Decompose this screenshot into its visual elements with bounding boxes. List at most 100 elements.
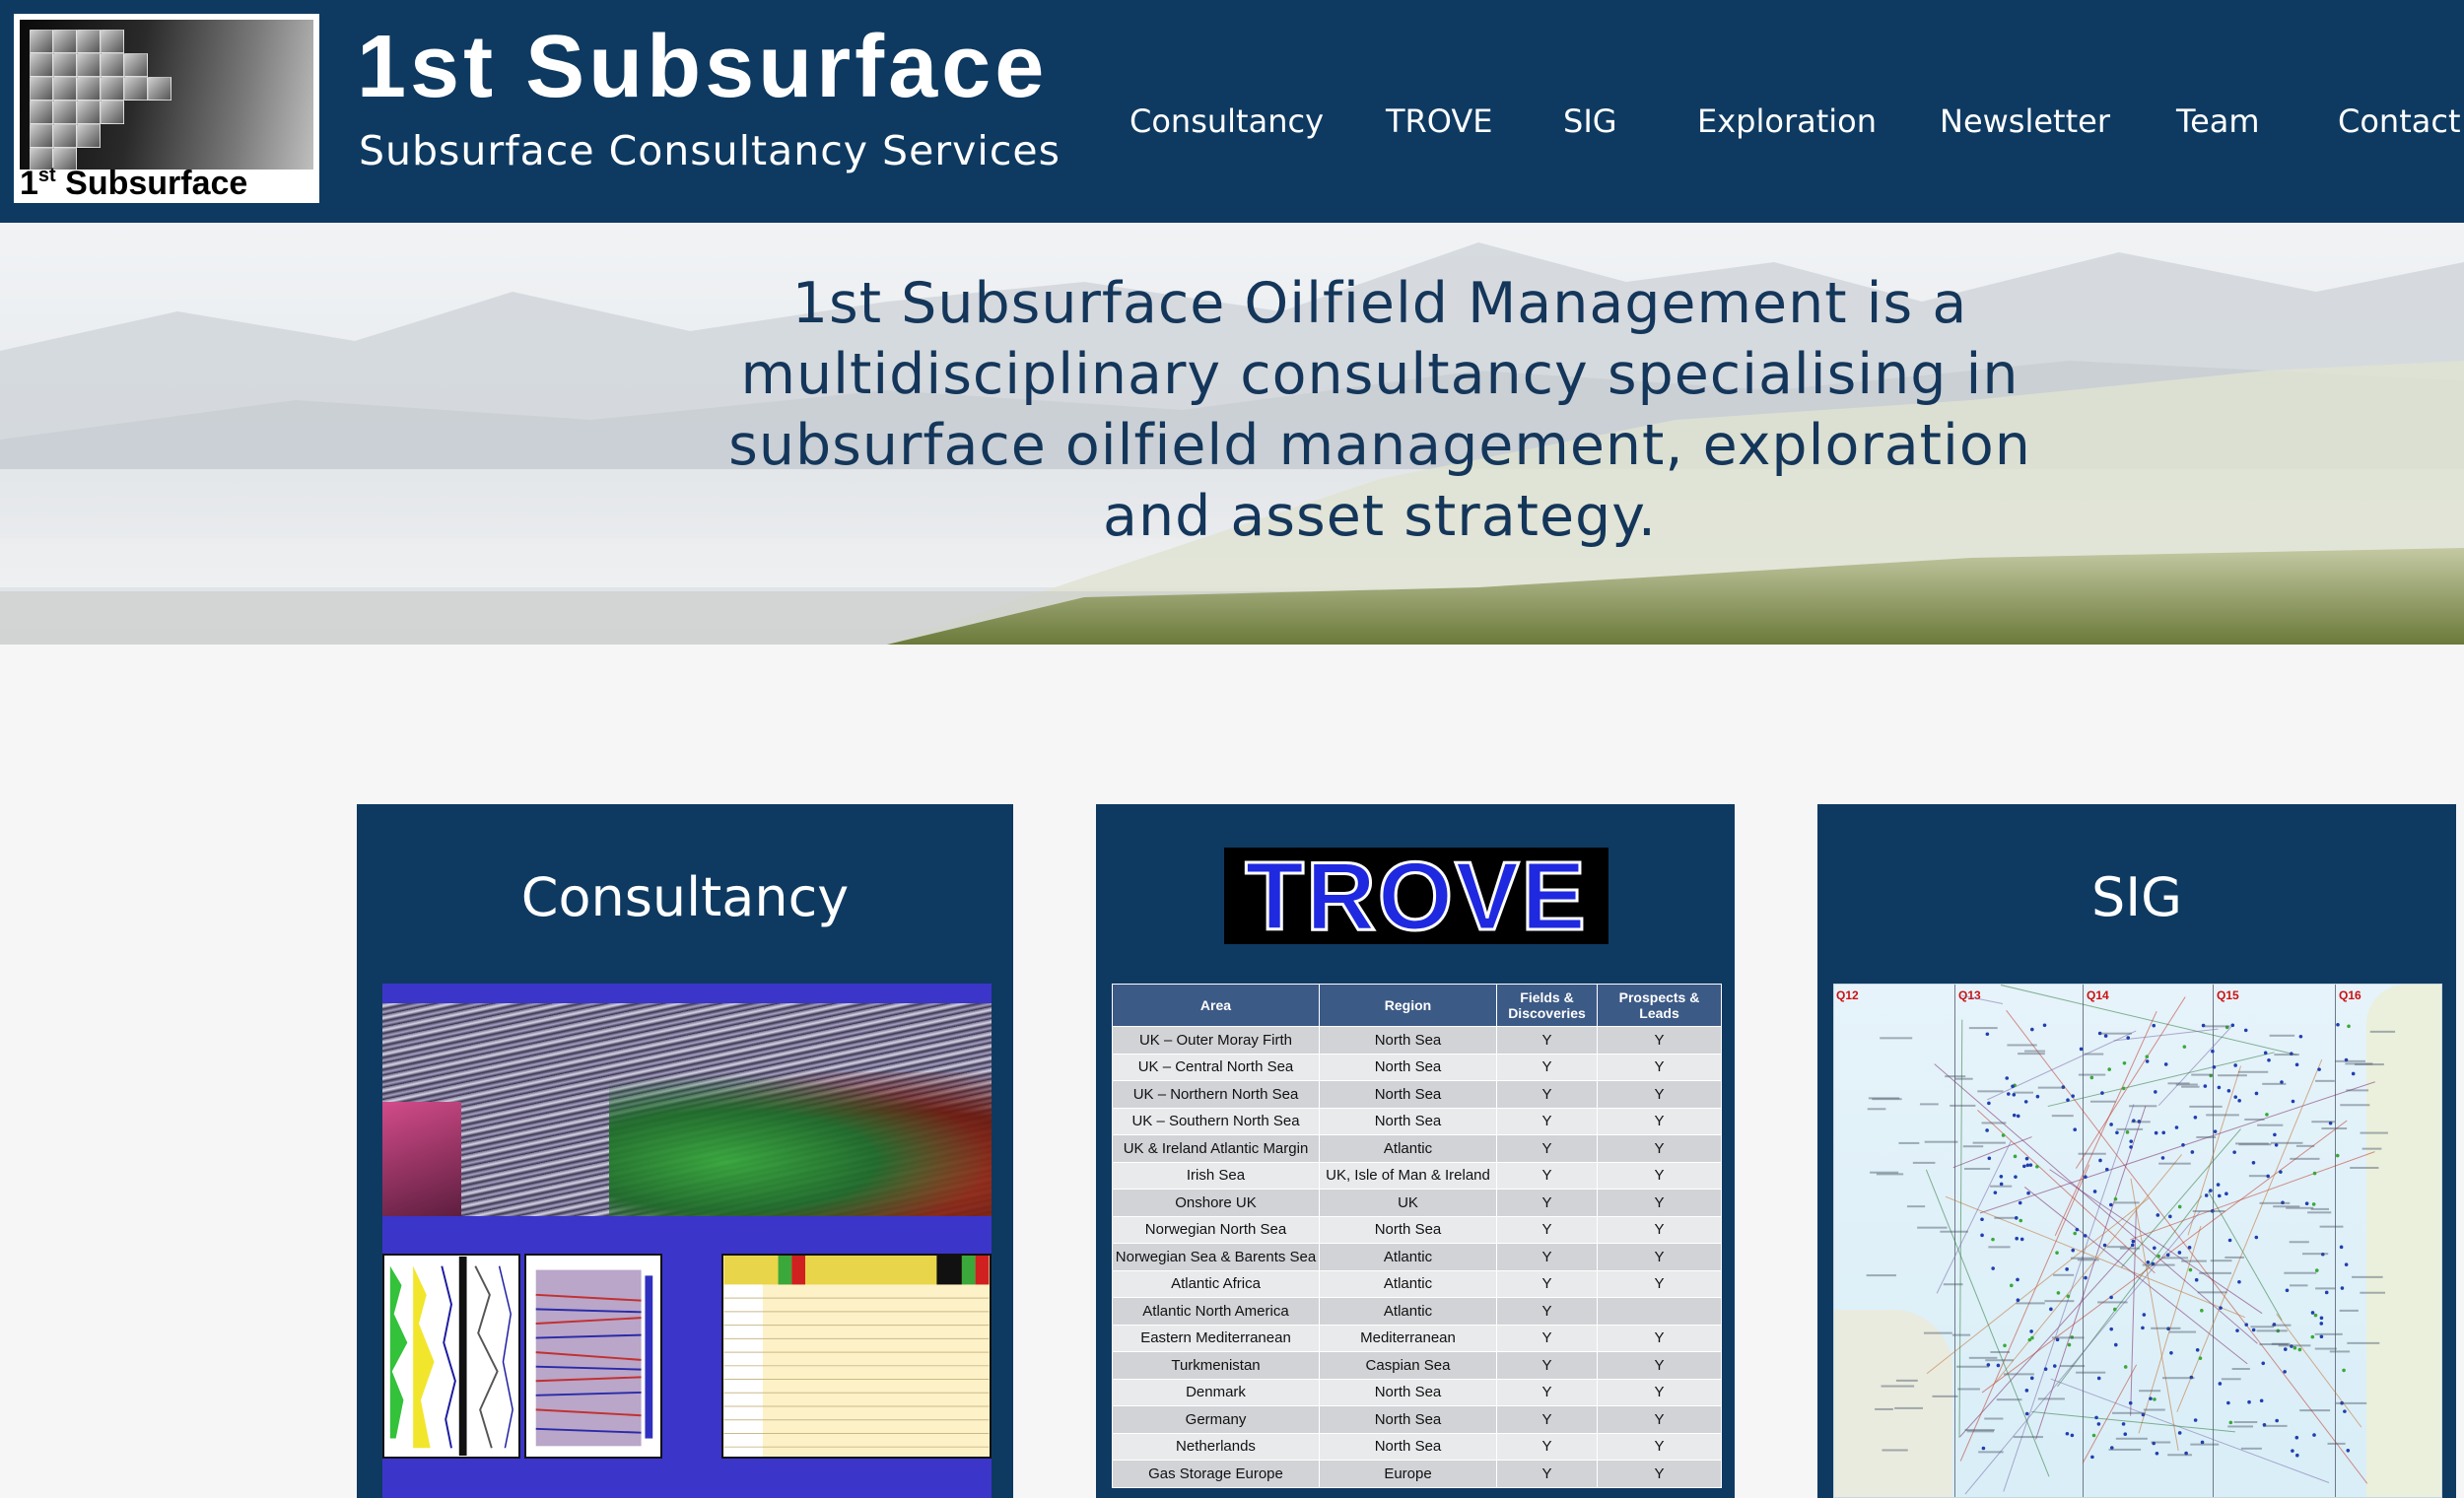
table-row: Gas Storage Europe Europe Y Y (1112, 1460, 1722, 1488)
table-row: UK – Northern North Sea North Sea Y Y (1112, 1080, 1722, 1109)
cell-area: Gas Storage Europe (1112, 1460, 1320, 1488)
seismic-wiggle-image (524, 1254, 662, 1459)
table-row: Onshore UK UK Y Y (1112, 1189, 1722, 1217)
trove-logo[interactable]: TROVE (1224, 848, 1608, 944)
reserves-table-image (721, 1254, 992, 1459)
cell-fields: Y (1496, 1161, 1598, 1190)
cell-prospects: Y (1597, 1134, 1722, 1163)
hero-statement: 1st Subsurface Oilfield Management is a … (690, 268, 2070, 552)
cell-area: Norwegian Sea & Barents Sea (1112, 1243, 1320, 1271)
trove-coverage-table[interactable]: Area Region Fields & Discoveries Prospec… (1112, 984, 1722, 1488)
card-consultancy[interactable]: Consultancy (357, 804, 1013, 1498)
sig-map-image[interactable]: Q12 Q13 Q14 Q15 Q16 (1833, 984, 2442, 1498)
cell-region: UK (1319, 1189, 1497, 1217)
cell-prospects: Y (1597, 1378, 1722, 1406)
cell-region: North Sea (1319, 1053, 1497, 1081)
cell-area: UK – Northern North Sea (1112, 1080, 1320, 1109)
cell-area: Turkmenistan (1112, 1351, 1320, 1380)
card-consultancy-title[interactable]: Consultancy (357, 863, 1013, 932)
table-row: Norwegian Sea & Barents Sea Atlantic Y Y (1112, 1243, 1722, 1271)
cell-fields: Y (1496, 1460, 1598, 1488)
cell-prospects: Y (1597, 1053, 1722, 1081)
cell-fields: Y (1496, 1351, 1598, 1380)
cell-area: Eastern Mediterranean (1112, 1324, 1320, 1352)
cell-fields: Y (1496, 1134, 1598, 1163)
cell-region: North Sea (1319, 1107, 1497, 1135)
col-header-fields: Fields & Discoveries (1496, 984, 1598, 1027)
cell-region: Atlantic (1319, 1134, 1497, 1163)
cell-prospects: Y (1597, 1080, 1722, 1109)
sig-map-features (1866, 985, 2396, 1495)
card-trove[interactable]: TROVE Area Region Fields & Discoveries P… (1096, 804, 1735, 1498)
hero-line-2: multidisciplinary consultancy specialisi… (740, 342, 2019, 407)
cell-region: North Sea (1319, 1405, 1497, 1434)
cell-fields: Y (1496, 1053, 1598, 1081)
cell-area: UK – Southern North Sea (1112, 1107, 1320, 1135)
cell-area: UK – Central North Sea (1112, 1053, 1320, 1081)
cell-region: North Sea (1319, 1026, 1497, 1055)
cell-prospects: Y (1597, 1405, 1722, 1434)
nav-consultancy[interactable]: Consultancy (1129, 97, 1324, 146)
nav-trove[interactable]: TROVE (1386, 97, 1493, 146)
col-header-prospects: Prospects & Leads (1597, 984, 1722, 1027)
table-row: Netherlands North Sea Y Y (1112, 1432, 1722, 1461)
cell-region: UK, Isle of Man & Ireland (1319, 1161, 1497, 1190)
table-header-row: Area Region Fields & Discoveries Prospec… (1112, 984, 1722, 1027)
site-header: 1st Subsurface 1st Subsurface Subsurface… (0, 0, 2464, 223)
cell-area: Onshore UK (1112, 1189, 1320, 1217)
cell-prospects: Y (1597, 1460, 1722, 1488)
cell-prospects: Y (1597, 1107, 1722, 1135)
col-header-region: Region (1319, 984, 1497, 1027)
cell-fields: Y (1496, 1026, 1598, 1055)
cell-area: Netherlands (1112, 1432, 1320, 1461)
hero-line-3: subsurface oilfield management, explorat… (728, 413, 2031, 478)
nav-exploration[interactable]: Exploration (1697, 97, 1877, 146)
table-row: Atlantic Africa Atlantic Y Y (1112, 1269, 1722, 1298)
table-row: Atlantic North America Atlantic Y (1112, 1297, 1722, 1326)
hero-banner: 1st Subsurface Oilfield Management is a … (0, 223, 2464, 645)
cell-region: North Sea (1319, 1080, 1497, 1109)
nav-newsletter[interactable]: Newsletter (1940, 97, 2110, 146)
card-sig-title[interactable]: SIG (1817, 863, 2456, 932)
logo-wordmark: 1st Subsurface (20, 165, 248, 202)
table-row: Irish Sea UK, Isle of Man & Ireland Y Y (1112, 1161, 1722, 1190)
cell-region: Atlantic (1319, 1243, 1497, 1271)
table-row: UK – Southern North Sea North Sea Y Y (1112, 1107, 1722, 1135)
cell-region: North Sea (1319, 1378, 1497, 1406)
table-row: Norwegian North Sea North Sea Y Y (1112, 1215, 1722, 1244)
cell-area: Atlantic Africa (1112, 1269, 1320, 1298)
cell-area: Denmark (1112, 1378, 1320, 1406)
hero-line-4: and asset strategy. (1103, 484, 1657, 549)
table-row: UK & Ireland Atlantic Margin Atlantic Y Y (1112, 1134, 1722, 1163)
cell-region: Mediterranean (1319, 1324, 1497, 1352)
cell-prospects: Y (1597, 1324, 1722, 1352)
nav-contact[interactable]: Contact (2338, 97, 2461, 146)
cell-prospects (1597, 1297, 1722, 1326)
table-row: UK – Outer Moray Firth North Sea Y Y (1112, 1026, 1722, 1055)
cell-prospects: Y (1597, 1432, 1722, 1461)
cell-fields: Y (1496, 1080, 1598, 1109)
nav-sig[interactable]: SIG (1563, 97, 1617, 146)
col-header-area: Area (1112, 984, 1320, 1027)
consultancy-montage-image[interactable] (382, 984, 992, 1498)
cell-area: UK & Ireland Atlantic Margin (1112, 1134, 1320, 1163)
cell-area: Irish Sea (1112, 1161, 1320, 1190)
cell-fields: Y (1496, 1269, 1598, 1298)
cell-fields: Y (1496, 1324, 1598, 1352)
card-sig[interactable]: SIG Q12 Q13 Q14 Q15 Q16 (1817, 804, 2456, 1498)
cell-fields: Y (1496, 1378, 1598, 1406)
cell-prospects: Y (1597, 1026, 1722, 1055)
cell-region: Caspian Sea (1319, 1351, 1497, 1380)
cell-area: UK – Outer Moray Firth (1112, 1026, 1320, 1055)
table-row: Eastern Mediterranean Mediterranean Y Y (1112, 1324, 1722, 1352)
cell-area: Germany (1112, 1405, 1320, 1434)
seismic-section-image (382, 1003, 992, 1216)
cell-fields: Y (1496, 1405, 1598, 1434)
table-row: Denmark North Sea Y Y (1112, 1378, 1722, 1406)
hero-line-1: 1st Subsurface Oilfield Management is a (791, 271, 1968, 336)
cell-region: North Sea (1319, 1432, 1497, 1461)
nav-team[interactable]: Team (2176, 97, 2260, 146)
cell-prospects: Y (1597, 1269, 1722, 1298)
cell-fields: Y (1496, 1297, 1598, 1326)
cell-area: Norwegian North Sea (1112, 1215, 1320, 1244)
